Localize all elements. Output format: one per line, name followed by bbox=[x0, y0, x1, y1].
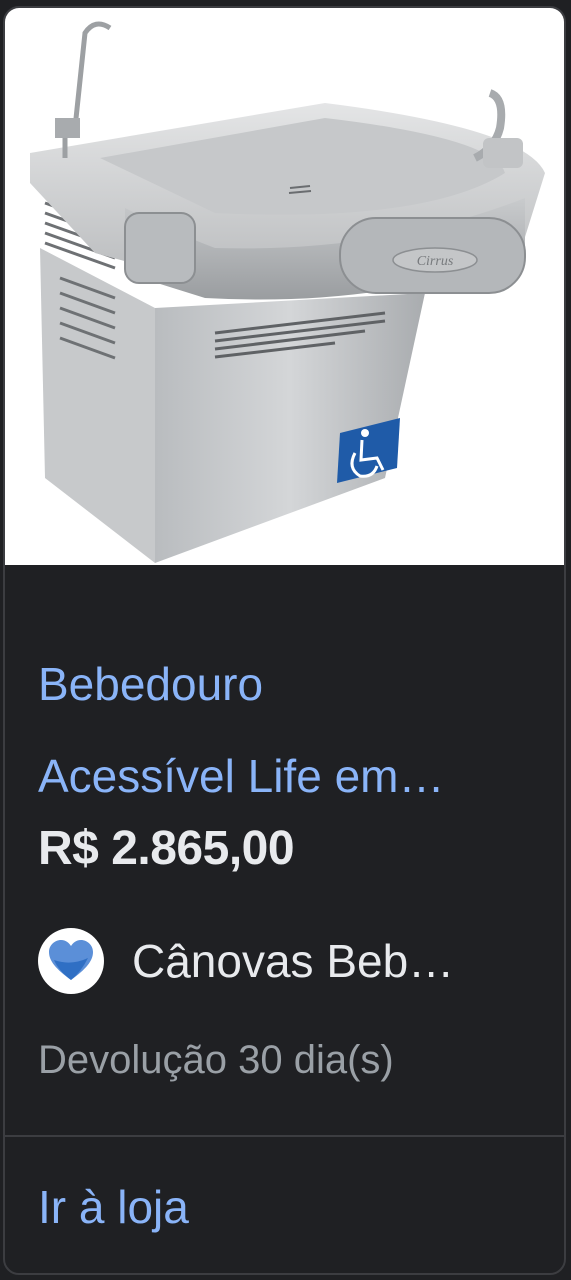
product-title-line-1[interactable]: Bebedouro bbox=[38, 638, 538, 730]
divider bbox=[5, 1135, 564, 1137]
go-to-store-link[interactable]: Ir à loja bbox=[38, 1180, 189, 1234]
product-title-line-2[interactable]: Acessível Life em… bbox=[38, 730, 538, 822]
product-image[interactable]: Cirrus bbox=[5, 8, 564, 565]
product-price: R$ 2.865,00 bbox=[38, 822, 295, 875]
product-title[interactable]: Bebedouro Acessível Life em… bbox=[38, 638, 538, 822]
merchant-name: Cânovas Beb… bbox=[132, 935, 455, 987]
heart-logo-icon bbox=[49, 940, 93, 980]
image-logo-text: Cirrus bbox=[417, 254, 454, 269]
merchant-info: Cânovas Beb… bbox=[38, 926, 512, 996]
return-policy: Devolução 30 dia(s) bbox=[38, 1038, 394, 1082]
water-fountain-image: Cirrus bbox=[30, 21, 545, 563]
product-card[interactable]: Cirrus Bebedouro Acessível Life em… R$ 2… bbox=[3, 6, 566, 1275]
merchant-logo-icon bbox=[38, 928, 104, 994]
